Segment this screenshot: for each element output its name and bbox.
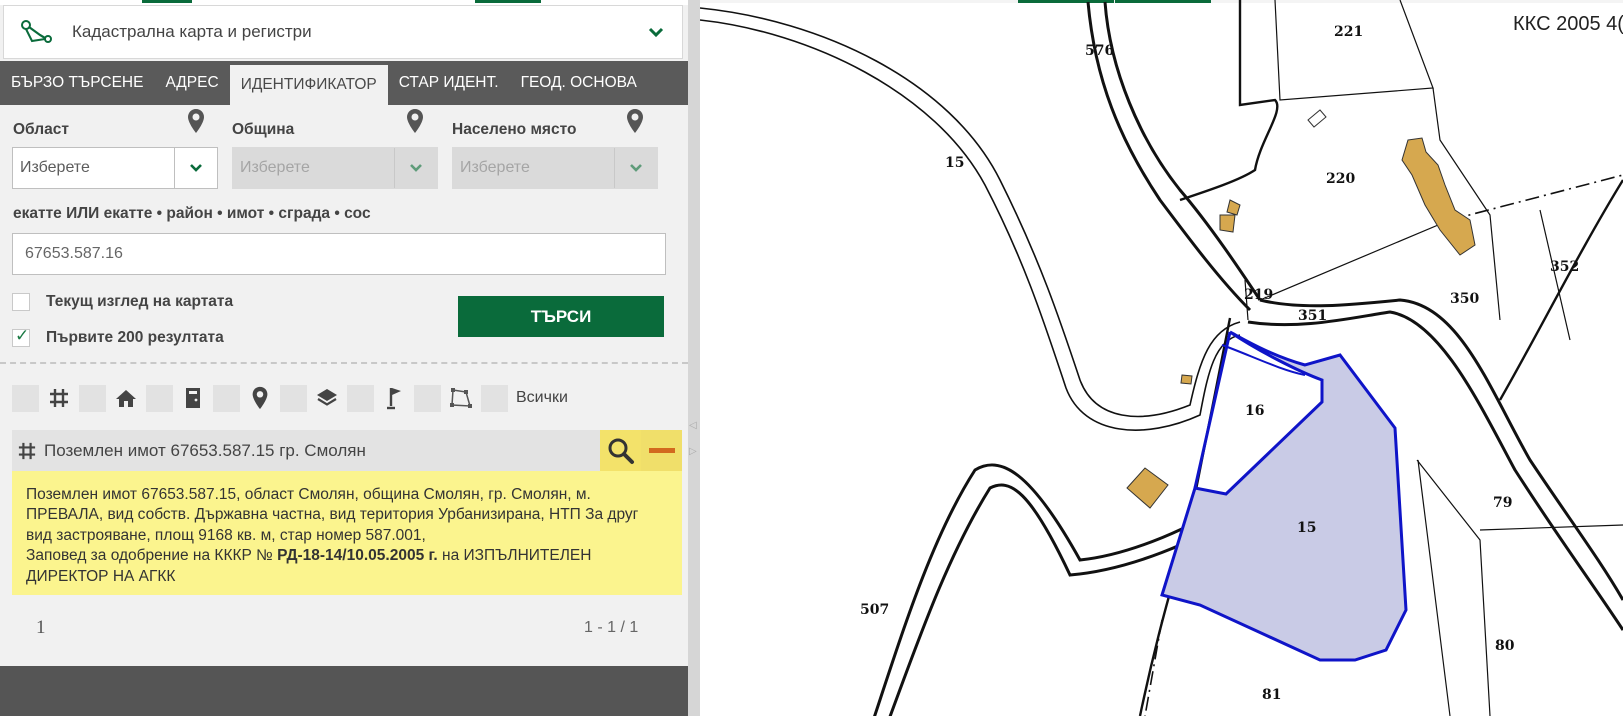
identifier-input[interactable]: 67653.587.16 xyxy=(12,233,666,275)
collapse-result-button[interactable] xyxy=(641,430,682,471)
plot-label: 576 xyxy=(1085,43,1114,59)
plot-label: 219 xyxy=(1244,287,1273,303)
filter-checkbox[interactable] xyxy=(146,384,173,412)
zoom-to-result-button[interactable] xyxy=(600,430,641,471)
tab-identifier[interactable]: ИДЕНТИФИКАТОР xyxy=(229,65,388,105)
current-view-row: Текущ изглед на картата xyxy=(12,293,233,311)
filter-checkbox[interactable] xyxy=(280,384,307,412)
apartment-door-icon xyxy=(173,385,213,412)
settlement-label: Населено място xyxy=(452,121,577,138)
layer-title: Кадастрална карта и регистри xyxy=(72,22,312,41)
municipality-label: Община xyxy=(232,121,295,138)
location-pin-icon[interactable] xyxy=(406,108,424,134)
polygon-icon xyxy=(441,385,481,412)
region-select[interactable]: Изберете xyxy=(12,147,218,189)
filter-checkbox[interactable] xyxy=(481,384,508,412)
result-title: Поземлен имот 67653.587.15 гр. Смолян xyxy=(44,440,366,460)
cadastre-logo-icon xyxy=(21,20,52,43)
plot-label: 221 xyxy=(1334,24,1363,40)
municipality-select-value: Изберете xyxy=(240,159,310,176)
result-detail: Поземлен имот 67653.587.15, област Смоля… xyxy=(12,471,682,595)
chevron-down-icon[interactable] xyxy=(174,148,217,188)
chevron-down-icon xyxy=(614,148,657,188)
first200-label: Първите 200 резултата xyxy=(46,329,224,346)
parcel-grid-icon xyxy=(39,385,79,412)
tab-address[interactable]: АДРЕС xyxy=(154,61,229,105)
plot-label: 15 xyxy=(1297,520,1316,536)
search-button[interactable]: ТЪРСИ xyxy=(458,296,664,337)
plot-label: 15 xyxy=(945,155,964,171)
plot-label: 352 xyxy=(1550,259,1579,275)
plot-label: 507 xyxy=(860,602,889,618)
search-tabs: БЪРЗО ТЪРСЕНЕ АДРЕС ИДЕНТИФИКАТОР СТАР И… xyxy=(0,61,688,105)
plot-label: 81 xyxy=(1262,687,1281,703)
tab-geodetic-base[interactable]: ГЕОД. ОСНОВА xyxy=(510,61,648,105)
expand-arrow-icon[interactable]: ▷ xyxy=(689,446,697,457)
panel-resize-handle[interactable]: ◁ ▷ xyxy=(688,0,700,716)
region-select-value: Изберете xyxy=(20,159,90,176)
settlement-select-value: Изберете xyxy=(460,159,530,176)
filter-checkbox[interactable] xyxy=(12,384,39,412)
tab-quick-search[interactable]: БЪРЗО ТЪРСЕНЕ xyxy=(0,61,154,105)
result-order-prefix: Заповед за одобрение на КККР № xyxy=(26,547,278,565)
result-item-header[interactable]: Поземлен имот 67653.587.15 гр. Смолян xyxy=(12,430,682,471)
first200-row: ✓ Първите 200 резултата xyxy=(12,326,224,347)
plot-label: 350 xyxy=(1450,291,1479,307)
coordinate-system-label: ККС 2005 4( xyxy=(1513,13,1623,35)
plot-label: 80 xyxy=(1495,638,1515,654)
identifier-label: екатте ИЛИ екатте • район • имот • сград… xyxy=(13,205,371,222)
current-view-label: Текущ изглед на картата xyxy=(46,293,234,310)
plot-label: 16 xyxy=(1245,403,1264,419)
result-order-number: РД-18-14/10.05.2005 г. xyxy=(277,547,438,565)
collapse-arrow-icon[interactable]: ◁ xyxy=(689,420,697,431)
search-panel: Кадастрална карта и регистри БЪРЗО ТЪРСЕ… xyxy=(0,0,688,716)
geodetic-point-flag-icon xyxy=(374,385,414,412)
pagination-range: 1 - 1 / 1 xyxy=(584,619,639,636)
plot-label: 351 xyxy=(1298,308,1327,324)
checkmark-icon: ✓ xyxy=(15,326,30,345)
plot-label: 79 xyxy=(1493,495,1512,511)
chevron-down-icon xyxy=(394,148,437,188)
map-canvas: 221 576 15 220 352 350 219 351 7 16 15 7… xyxy=(700,0,1623,716)
location-pin-icon[interactable] xyxy=(187,108,205,134)
magnifier-icon xyxy=(608,438,634,464)
dashed-divider xyxy=(0,362,688,364)
result-detail-text: Поземлен имот 67653.587.15, област Смоля… xyxy=(26,486,639,544)
municipality-select: Изберете xyxy=(232,147,438,189)
filter-checkbox[interactable] xyxy=(213,384,240,412)
location-pin-icon[interactable] xyxy=(626,108,644,134)
bottom-bar xyxy=(0,666,688,716)
filter-checkbox[interactable] xyxy=(414,384,441,412)
chevron-down-icon[interactable] xyxy=(648,26,664,38)
filter-checkbox[interactable] xyxy=(79,384,106,412)
tab-old-identifier[interactable]: СТАР ИДЕНТ. xyxy=(388,61,510,105)
minus-icon xyxy=(648,447,675,453)
cadastral-map[interactable]: 221 576 15 220 352 350 219 351 7 16 15 7… xyxy=(700,0,1623,716)
pagination-page-link[interactable]: 1 xyxy=(36,617,46,639)
location-pin-icon xyxy=(240,385,280,412)
plot-label: 220 xyxy=(1326,171,1355,187)
current-view-checkbox[interactable] xyxy=(12,293,30,311)
building-home-icon xyxy=(106,385,146,412)
layer-select-dropdown[interactable]: Кадастрална карта и регистри xyxy=(3,5,683,59)
settlement-select: Изберете xyxy=(452,147,658,189)
region-label: Област xyxy=(13,121,69,138)
layers-icon xyxy=(307,385,347,412)
filter-checkbox[interactable] xyxy=(347,384,374,412)
parcel-grid-icon xyxy=(12,442,42,460)
filter-all-label: Всички xyxy=(516,389,568,406)
object-type-filters: Всички xyxy=(12,384,568,412)
first200-checkbox[interactable]: ✓ xyxy=(12,326,30,347)
